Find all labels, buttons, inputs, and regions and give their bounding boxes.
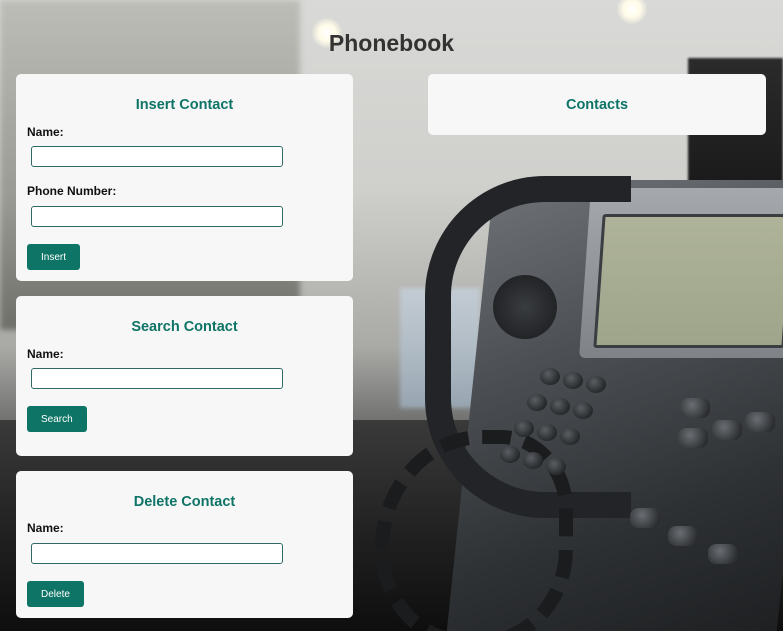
insert-contact-card: Insert Contact Name: Phone Number: Inser…: [16, 74, 353, 281]
handset-speaker: [493, 275, 557, 339]
delete-name-input[interactable]: [31, 543, 283, 564]
keypad-key: [500, 446, 520, 463]
phone-function-key: [708, 544, 738, 564]
insert-phone-input[interactable]: [31, 206, 283, 227]
keypad-key: [563, 372, 583, 389]
keypad-key: [586, 376, 606, 393]
search-contact-title: Search Contact: [131, 319, 238, 335]
search-button[interactable]: Search: [27, 406, 87, 432]
page-title: Phonebook: [328, 30, 455, 56]
keypad-key: [540, 368, 560, 385]
phone-function-key: [668, 526, 698, 546]
insert-name-input[interactable]: [31, 146, 283, 167]
contacts-card: Contacts: [428, 74, 766, 135]
keypad-key: [550, 398, 570, 415]
keypad-key: [573, 402, 593, 419]
insert-phone-label: Phone Number:: [27, 184, 117, 198]
keypad-key: [560, 428, 580, 445]
search-contact-card: Search Contact Name: Search: [16, 296, 353, 456]
insert-contact-title: Insert Contact: [135, 97, 234, 113]
ceiling-light: [617, 0, 647, 24]
delete-name-label: Name:: [27, 521, 64, 535]
delete-contact-title: Delete Contact: [133, 494, 236, 510]
keypad-key: [523, 452, 543, 469]
delete-contact-card: Delete Contact Name: Delete: [16, 471, 353, 618]
phone-function-key: [712, 420, 742, 440]
contacts-title: Contacts: [565, 97, 629, 113]
phone-function-key: [745, 412, 775, 432]
keypad-key: [546, 458, 566, 475]
insert-name-label: Name:: [27, 125, 64, 139]
delete-button[interactable]: Delete: [27, 581, 84, 607]
search-name-input[interactable]: [31, 368, 283, 389]
search-name-label: Name:: [27, 347, 64, 361]
keypad-key: [514, 420, 534, 437]
keypad-key: [527, 394, 547, 411]
phone-function-key: [678, 428, 708, 448]
phone-function-key: [680, 398, 710, 418]
phone-function-key: [630, 508, 660, 528]
keypad-key: [537, 424, 557, 441]
insert-button[interactable]: Insert: [27, 244, 81, 270]
